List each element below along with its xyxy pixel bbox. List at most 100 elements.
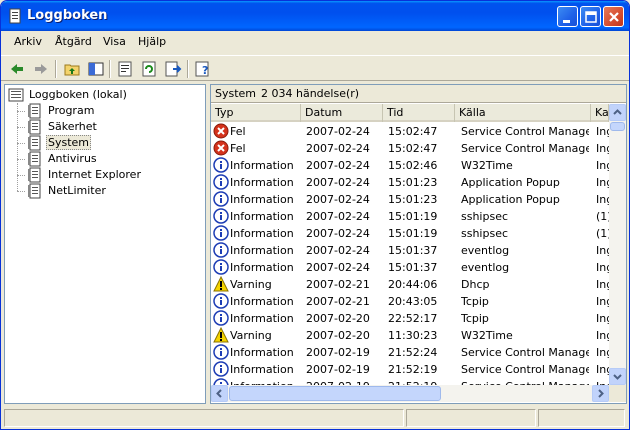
- menu-arkiv[interactable]: Arkiv: [14, 35, 42, 48]
- help-icon[interactable]: ?: [193, 59, 213, 79]
- table-row[interactable]: Information 2007-02-24 15:01:19 sshipsec (1): [211, 225, 609, 242]
- event-list-pane: System 2 034 händelse(r) Typ Datum Tid K…: [210, 84, 627, 404]
- table-row[interactable]: Information 2007-02-24 15:01:23 Application…: [211, 191, 609, 208]
- cell-date: 2007-02-20: [306, 329, 370, 342]
- cell-type: Information: [230, 176, 294, 189]
- cell-type: Information: [230, 244, 294, 257]
- info-icon: [213, 378, 229, 385]
- scroll-up-button[interactable]: [609, 104, 626, 121]
- event-rows: Fel 2007-02-24 15:02:47 Service Control Man…: [211, 123, 609, 385]
- minimize-button[interactable]: [557, 6, 578, 27]
- cell-category: Ing: [596, 176, 609, 189]
- horizontal-scroll-thumb[interactable]: [229, 386, 441, 401]
- toolbar-separator: [55, 60, 57, 78]
- export-list-icon[interactable]: [163, 59, 183, 79]
- table-row[interactable]: Fel 2007-02-24 15:02:47 Service Control Man…: [211, 140, 609, 157]
- cell-source: eventlog: [461, 261, 510, 274]
- column-tid[interactable]: Tid: [383, 104, 455, 122]
- table-row[interactable]: Fel 2007-02-24 15:02:47 Service Control Man…: [211, 123, 609, 140]
- scroll-down-button[interactable]: [609, 368, 626, 385]
- cell-category: Ing: [596, 159, 609, 172]
- toolbar: ?: [1, 55, 629, 81]
- column-typ[interactable]: Typ: [211, 104, 301, 122]
- status-cell-2: [406, 409, 536, 427]
- tree-item-label: Antivirus: [48, 152, 97, 165]
- table-row[interactable]: Information 2007-02-24 15:01:19 sshipsec (1): [211, 208, 609, 225]
- cell-date: 2007-02-20: [306, 312, 370, 325]
- menu-atgard[interactable]: Åtgärd: [55, 35, 92, 48]
- horizontal-scrollbar[interactable]: [211, 385, 609, 402]
- table-row[interactable]: Information 2007-02-19 21:52:24 Service Con…: [211, 344, 609, 361]
- event-viewer-icon[interactable]: [7, 8, 23, 24]
- tree-connector: [17, 103, 18, 191]
- table-row[interactable]: Information 2007-02-20 22:52:17 Tcpip Ing: [211, 310, 609, 327]
- table-row[interactable]: Information 2007-02-24 15:01:23 Application…: [211, 174, 609, 191]
- cell-category: Ing: [596, 142, 609, 155]
- cell-source: Application Popup: [461, 193, 560, 206]
- properties-icon[interactable]: [115, 59, 135, 79]
- cell-source: Service Control Manager: [461, 125, 589, 138]
- table-row[interactable]: Varning 2007-02-21 20:44:06 Dhcp Ing: [211, 275, 609, 293]
- column-kalla[interactable]: Källa: [455, 104, 591, 122]
- menu-visa[interactable]: Visa: [103, 35, 126, 48]
- cell-category: Ing: [596, 125, 609, 138]
- column-kategori[interactable]: Kat: [591, 104, 609, 122]
- refresh-icon[interactable]: [139, 59, 159, 79]
- vertical-scroll-thumb[interactable]: [610, 122, 625, 131]
- cell-time: 11:30:23: [388, 329, 438, 342]
- cell-category: Ing: [596, 244, 609, 257]
- close-button[interactable]: [603, 6, 624, 27]
- back-icon[interactable]: [7, 59, 27, 79]
- table-row[interactable]: Varning 2007-02-20 11:30:23 W32Time Ing: [211, 326, 609, 344]
- cell-source: Tcpip: [461, 312, 489, 325]
- cell-source: Application Popup: [461, 176, 560, 189]
- cell-type: Information: [230, 227, 294, 240]
- title-bar[interactable]: Loggboken: [1, 1, 629, 31]
- info-icon: [213, 208, 229, 224]
- scroll-right-button[interactable]: [592, 385, 609, 402]
- cell-date: 2007-02-19: [306, 363, 370, 376]
- info-icon: [213, 174, 229, 190]
- tree-root-label: Loggboken (lokal): [29, 88, 127, 101]
- menu-hjalp[interactable]: Hjälp: [138, 35, 166, 48]
- table-row[interactable]: Information 2007-02-24 15:02:46 W32Time Ing: [211, 157, 609, 174]
- cell-date: 2007-02-24: [306, 159, 370, 172]
- cell-time: 20:43:05: [388, 295, 438, 308]
- status-cell-3: [538, 409, 625, 427]
- cell-time: 15:02:47: [388, 125, 438, 138]
- cell-time: 15:02:46: [388, 159, 438, 172]
- table-row[interactable]: Information 2007-02-24 15:01:37 eventlog Ing: [211, 259, 609, 276]
- chevron-up-icon: [613, 109, 622, 115]
- info-icon: [213, 157, 229, 173]
- maximize-button[interactable]: [580, 6, 601, 27]
- cell-category: Ing: [596, 363, 609, 376]
- cell-time: 15:01:19: [388, 227, 438, 240]
- scroll-left-button[interactable]: [211, 385, 228, 402]
- up-folder-icon[interactable]: [62, 59, 82, 79]
- tree-connector: [17, 111, 25, 112]
- cell-time: 21:52:19: [388, 363, 438, 376]
- log-icon: [27, 151, 43, 167]
- cell-date: 2007-02-24: [306, 244, 370, 257]
- show-hide-tree-icon[interactable]: [86, 59, 106, 79]
- event-count: 2 034 händelse(r): [261, 87, 360, 100]
- menu-bar: Arkiv Åtgärd Visa Hjälp: [1, 31, 629, 53]
- forward-icon[interactable]: [31, 59, 51, 79]
- cell-time: 15:01:23: [388, 193, 438, 206]
- status-cell-main: [4, 409, 404, 427]
- cell-date: 2007-02-21: [306, 295, 370, 308]
- table-row[interactable]: Information 2007-02-24 15:01:37 eventlog Ing: [211, 242, 609, 259]
- chevron-right-icon: [598, 389, 604, 398]
- computer-log-icon: [8, 87, 24, 103]
- cell-source: Service Control Manager: [461, 142, 589, 155]
- cell-source: Dhcp: [461, 278, 490, 291]
- column-header: Typ Datum Tid Källa Kat: [211, 104, 626, 122]
- column-datum[interactable]: Datum: [301, 104, 383, 122]
- table-row[interactable]: Information 2007-02-21 20:43:05 Tcpip Ing: [211, 293, 609, 310]
- table-row[interactable]: Information2007-02-1921:52:19Service Con…: [211, 378, 609, 385]
- vertical-scrollbar[interactable]: [609, 104, 626, 385]
- cell-time: 15:01:19: [388, 210, 438, 223]
- table-row[interactable]: Information2007-02-1921:52:19Service Con…: [211, 361, 609, 378]
- chevron-down-icon: [613, 374, 622, 380]
- toolbar-separator: [187, 60, 189, 78]
